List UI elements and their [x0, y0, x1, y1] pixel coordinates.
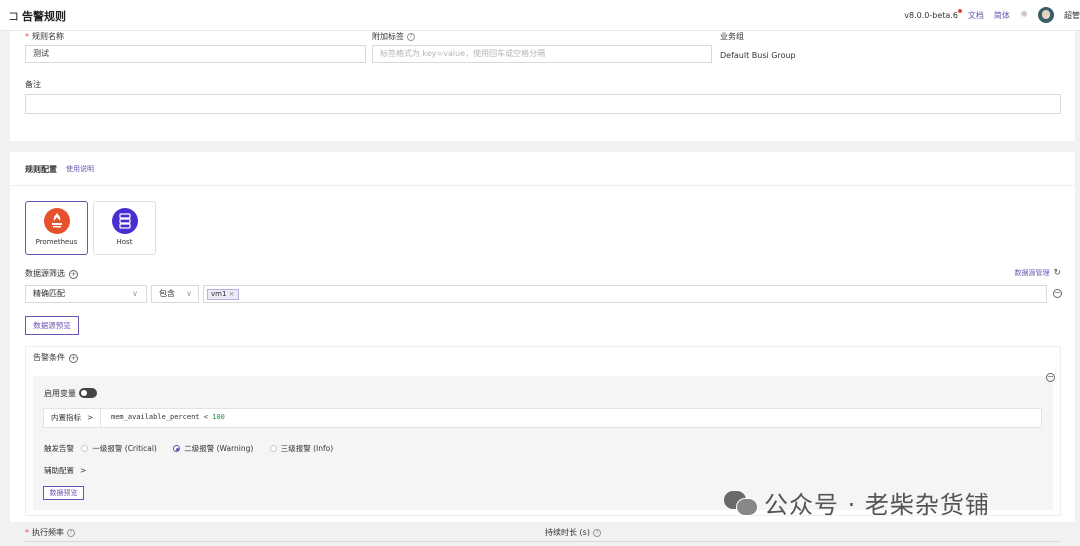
chevron-right-icon: > [80, 466, 87, 475]
busi-group-value: Default Busi Group [720, 51, 796, 60]
note-label: 备注 [25, 80, 41, 89]
add-condition-icon[interactable]: + [69, 354, 78, 363]
builtin-metric-button[interactable]: 内置指标 > [43, 408, 101, 428]
back-icon[interactable]: コ [8, 8, 19, 24]
datasource-type-host[interactable]: Host [93, 201, 156, 255]
watermark: 公众号 · 老柴杂货铺 [724, 484, 990, 520]
datasource-type-label: Prometheus [35, 238, 78, 246]
chevron-down-icon: ∨ [186, 289, 192, 298]
avatar[interactable] [1038, 7, 1054, 23]
bottom-input-edge [25, 541, 1061, 546]
chevron-down-icon: ∨ [132, 289, 138, 298]
language-switch[interactable]: 简体 [994, 10, 1010, 21]
busi-group-label: 业务组 [720, 32, 744, 41]
append-tags-label: 附加标签? [372, 31, 415, 42]
promql-editor[interactable]: mem_available_percent < 100 [111, 413, 225, 421]
operator-select[interactable]: 包含 ∨ [151, 285, 199, 303]
help-link[interactable]: 使用说明 [66, 164, 94, 174]
close-icon[interactable]: × [229, 290, 235, 298]
update-dot-icon [957, 8, 962, 13]
section-divider [10, 185, 1075, 186]
watermark-text: 公众号 · 老柴杂货铺 [764, 490, 990, 519]
exec-freq-label: * 执行频率? [25, 527, 75, 538]
sun-icon[interactable]: ☼ [1020, 10, 1028, 20]
wechat-icon [724, 488, 758, 516]
refresh-icon[interactable]: ↻ [1053, 268, 1061, 278]
ds-filter-label: 数据源筛选 + [25, 269, 78, 279]
match-type-select[interactable]: 精确匹配 ∨ [25, 285, 147, 303]
server-icon [111, 208, 138, 234]
prometheus-icon [43, 208, 70, 234]
top-bar: コ 告警规则 v8.0.0-beta.6 文档 简体 ☼ 超管 [0, 0, 1080, 31]
trigger-label: 触发告警 [44, 444, 74, 453]
help-icon[interactable]: ? [67, 529, 75, 537]
append-tags-input[interactable]: 标签格式为 key=value，使用回车或空格分隔 [372, 45, 712, 63]
rule-name-input[interactable]: 测试 [25, 45, 366, 63]
enable-var-label: 启用变量 [44, 389, 76, 398]
datasource-type-label: Host [116, 238, 133, 246]
chevron-right-icon: > [87, 413, 94, 422]
help-icon[interactable]: ? [407, 33, 415, 41]
page-title: 告警规则 [22, 10, 66, 23]
data-preview-button[interactable]: 数据预览 [43, 486, 84, 500]
note-input[interactable] [25, 94, 1061, 114]
aux-config-toggle[interactable]: 辅助配置 > [44, 465, 86, 476]
datasource-tag[interactable]: vm1 × [207, 289, 239, 300]
ds-preview-button[interactable]: 数据源预览 [25, 316, 79, 335]
enable-var-toggle[interactable] [79, 388, 97, 398]
rule-name-label: * 规则名称 [25, 32, 64, 41]
rule-config-title: 规则配置 [25, 165, 57, 174]
level-warning-radio[interactable]: 二级报警 (Warning) [173, 444, 253, 453]
alert-condition-title: 告警条件 + [33, 353, 78, 363]
user-name[interactable]: 超管 [1064, 10, 1080, 21]
ds-manage-link[interactable]: 数据源管理 ↻ [1014, 268, 1061, 278]
datasource-tag-input[interactable]: vm1 × [203, 285, 1047, 303]
trigger-row: 触发告警 一级报警 (Critical) 二级报警 (Warning) 三级报警… [44, 443, 333, 454]
add-filter-icon[interactable]: + [69, 270, 78, 279]
docs-link[interactable]: 文档 [968, 10, 984, 21]
level-info-radio[interactable]: 三级报警 (Info) [269, 444, 333, 453]
header-right: v8.0.0-beta.6 文档 简体 ☼ 超管 [904, 5, 1080, 25]
remove-filter-icon[interactable]: − [1053, 289, 1062, 298]
help-icon[interactable]: ? [592, 529, 601, 537]
level-critical-radio[interactable]: 一级报警 (Critical) [81, 444, 157, 453]
duration-label: 持续时长 (s)? [545, 527, 601, 538]
datasource-type-prometheus[interactable]: Prometheus [25, 201, 88, 255]
version-label[interactable]: v8.0.0-beta.6 [904, 8, 962, 20]
remove-condition-icon[interactable]: − [1046, 373, 1055, 382]
